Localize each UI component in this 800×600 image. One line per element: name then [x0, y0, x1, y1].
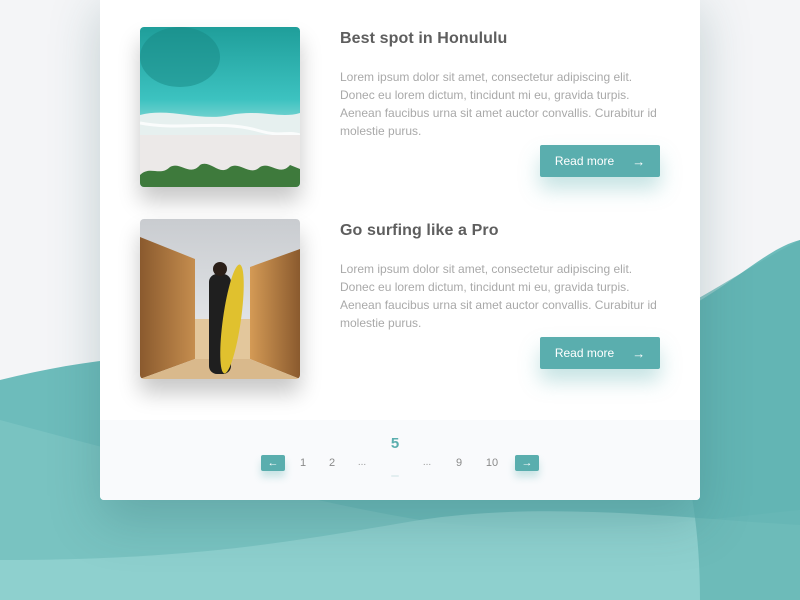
post-excerpt: Lorem ipsum dolor sit amet, consectetur … [340, 70, 657, 138]
post-item: Go surfing like a Pro Lorem ipsum dolor … [140, 219, 660, 379]
page-ellipsis: ... [357, 457, 367, 468]
arrow-right-icon: → [521, 457, 533, 469]
post-title[interactable]: Best spot in Honululu [340, 30, 507, 48]
post-excerpt: Lorem ipsum dolor sit amet, consectetur … [340, 262, 657, 330]
post-thumbnail-surfer[interactable] [140, 219, 300, 379]
read-more-label: Read more [554, 346, 615, 360]
read-more-button[interactable]: Read more → [540, 337, 660, 369]
read-more-button[interactable]: Read more → [540, 145, 660, 177]
page-ellipsis: ... [422, 457, 432, 468]
post-thumbnail-beach[interactable] [140, 27, 300, 187]
post-title[interactable]: Go surfing like a Pro [340, 222, 499, 240]
arrow-right-icon: → [632, 153, 646, 169]
arrow-left-icon: ← [267, 457, 279, 469]
page-link-1[interactable]: 1 [293, 455, 313, 471]
beach-aerial-image [140, 27, 300, 187]
next-page-button[interactable]: → [515, 455, 539, 471]
pagination-area: ← 1 2 ... 5 ... 9 10 → [100, 420, 700, 500]
page-link-10[interactable]: 10 [482, 455, 502, 471]
page-link-9[interactable]: 9 [449, 455, 469, 471]
page-current-5[interactable]: 5 [385, 435, 405, 477]
read-more-label: Read more [554, 154, 615, 168]
blog-card: Best spot in Honululu Lorem ipsum dolor … [100, 0, 700, 500]
post-item: Best spot in Honululu Lorem ipsum dolor … [140, 27, 660, 187]
current-page-number: 5 [390, 435, 400, 452]
page-link-2[interactable]: 2 [322, 455, 342, 471]
prev-page-button[interactable]: ← [261, 455, 285, 471]
arrow-right-icon: → [632, 345, 646, 361]
pagination: ← 1 2 ... 5 ... 9 10 → [100, 420, 700, 500]
surfer-image [140, 219, 300, 379]
current-page-indicator [391, 475, 399, 477]
